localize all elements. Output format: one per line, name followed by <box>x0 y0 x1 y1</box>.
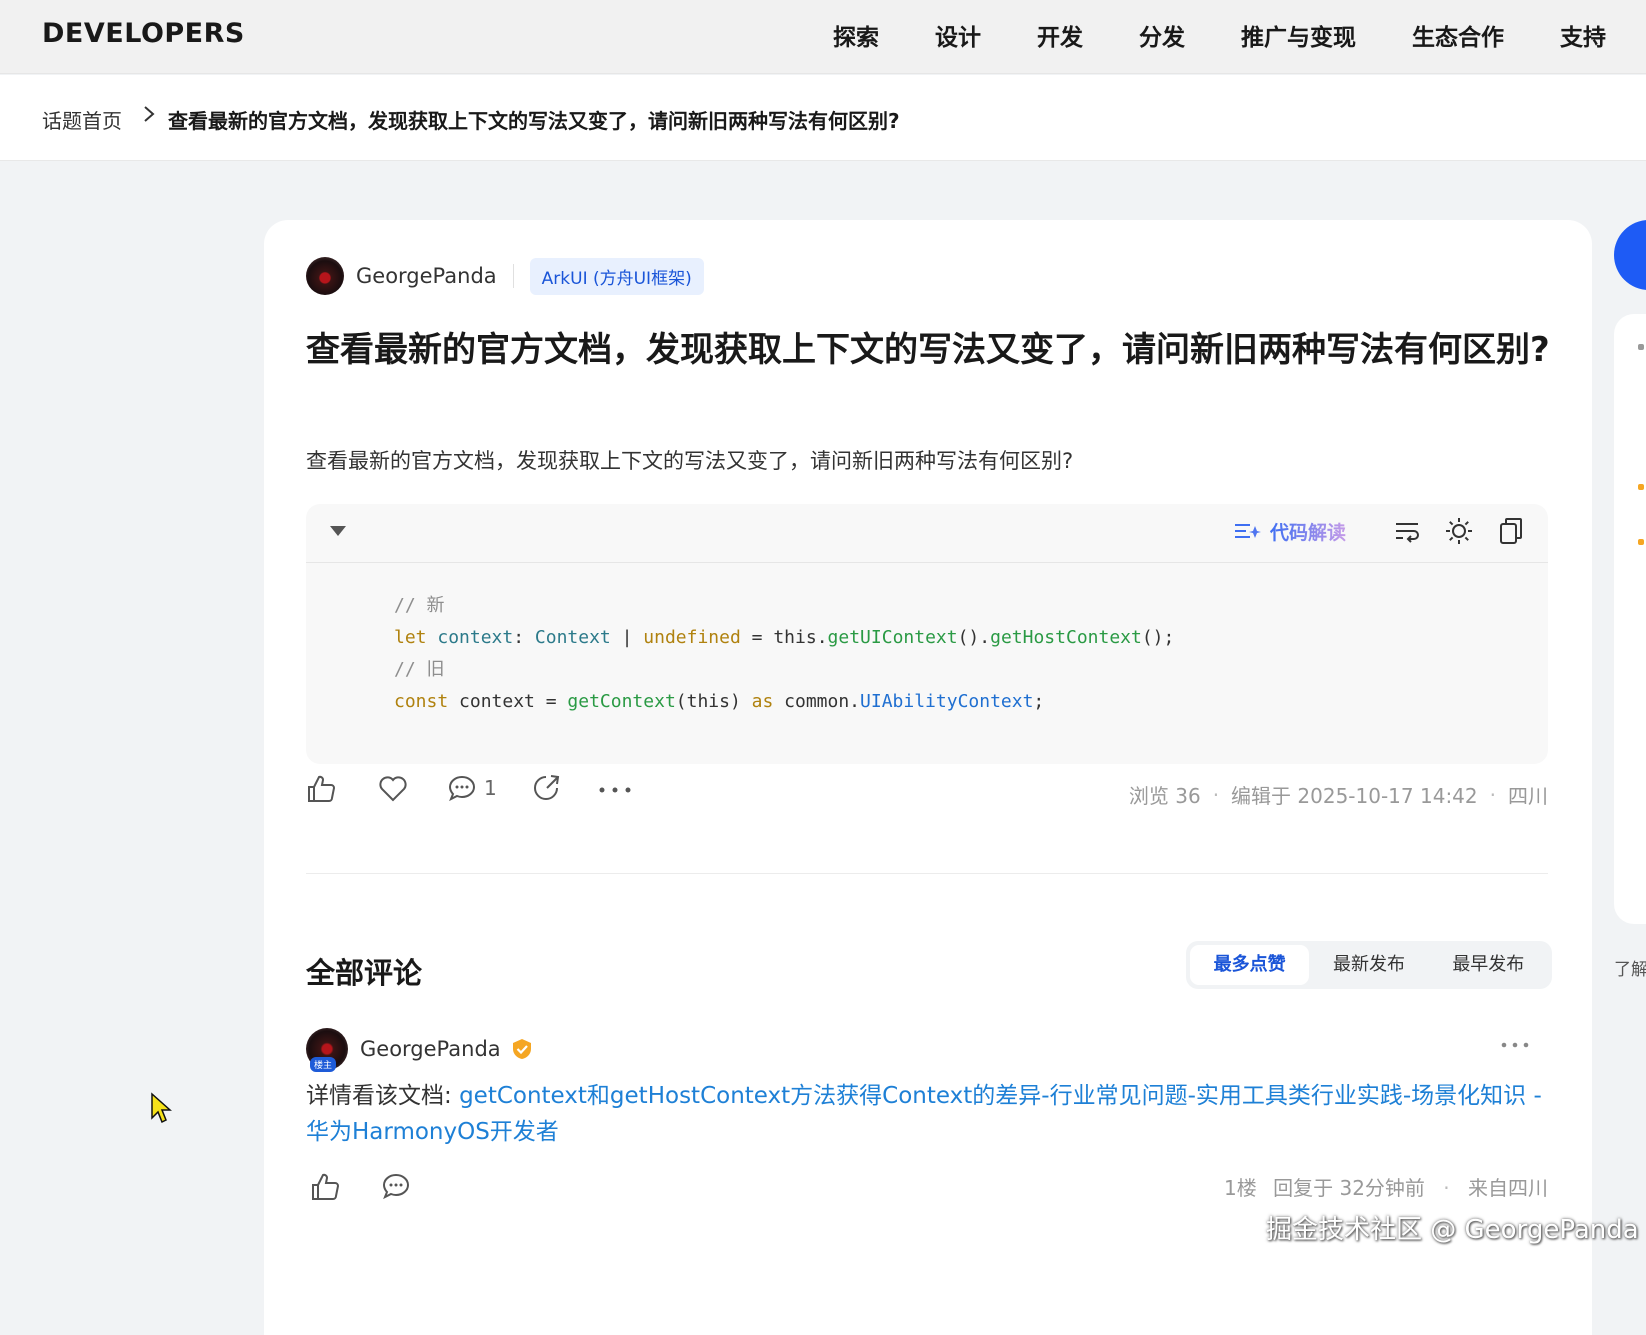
side-panel-marker <box>1638 344 1644 350</box>
collapse-caret-icon[interactable] <box>330 526 346 536</box>
breadcrumb-current: 查看最新的官方文档，发现获取上下文的写法又变了，请问新旧两种写法有何区别? <box>168 109 900 133</box>
meta-separator: · <box>1489 782 1496 807</box>
share-icon <box>534 775 560 800</box>
side-learn-more[interactable]: 了解 <box>1614 955 1646 980</box>
code-line-comment-new: // 新 <box>394 595 445 616</box>
op-badge: 楼主 <box>310 1057 337 1072</box>
side-panel-marker <box>1638 484 1644 490</box>
code-explain-label: 代码解读 <box>1270 518 1346 545</box>
code-line-old: const context = getContext(this) as comm… <box>394 691 1045 712</box>
topic-tag[interactable]: ArkUI (方舟UI框架) <box>529 257 704 295</box>
code-block: 代码解读 // 新 let context: Context | undefine… <box>306 504 1548 764</box>
more-dots-icon <box>599 787 631 793</box>
nav-item-promotion[interactable]: 推广与变现 <box>1241 18 1356 52</box>
page-title: 查看最新的官方文档，发现获取上下文的写法又变了，请问新旧两种写法有何区别? <box>306 330 1550 370</box>
nav-item-distribute[interactable]: 分发 <box>1139 18 1185 52</box>
comment-action-row: 1楼 回复于 32分钟前 · 来自四川 <box>306 1170 1548 1204</box>
wrap-lines-icon[interactable] <box>1392 516 1422 546</box>
tab-most-liked[interactable]: 最多点赞 <box>1190 945 1310 985</box>
code-line-comment-old: // 旧 <box>394 659 445 680</box>
post-author-row: GeorgePanda ArkUI (方舟UI框架) <box>306 256 704 296</box>
nav-item-support[interactable]: 支持 <box>1560 18 1606 52</box>
section-divider <box>306 873 1548 874</box>
post-author-name[interactable]: GeorgePanda <box>356 264 497 288</box>
comment-author-name[interactable]: GeorgePanda <box>360 1037 501 1061</box>
mouse-cursor-icon <box>151 1092 172 1124</box>
tab-newest[interactable]: 最新发布 <box>1309 945 1428 985</box>
comments-title: 全部评论 <box>306 956 423 990</box>
floating-action-button[interactable] <box>1614 220 1646 290</box>
comment-count: 1 <box>484 776 497 800</box>
verified-badge-icon <box>512 1039 531 1059</box>
post-meta: 浏览 36 · 编辑于 2025-10-17 14:42 · 四川 <box>1129 780 1548 809</box>
nav-item-develop[interactable]: 开发 <box>1037 18 1083 52</box>
comment-body: 详情看该文档: getContext和getHostContext方法获得Con… <box>306 1078 1548 1150</box>
post-body: 查看最新的官方文档，发现获取上下文的写法又变了，请问新旧两种写法有何区别? <box>306 449 1074 473</box>
breadcrumb: 话题首页 查看最新的官方文档，发现获取上下文的写法又变了，请问新旧两种写法有何区… <box>0 75 1646 161</box>
ai-sparkle-icon <box>1234 524 1261 538</box>
comment-doc-link[interactable]: getContext和getHostContext方法获得Context的差异-… <box>306 1083 1542 1145</box>
divider <box>512 264 514 288</box>
copy-icon[interactable] <box>1496 516 1526 546</box>
site-logo[interactable]: DEVELOPERS <box>42 18 245 49</box>
theme-sun-icon[interactable] <box>1444 516 1474 546</box>
watermark: 掘金技术社区 @ GeorgePanda <box>1266 1215 1639 1245</box>
comment-button[interactable]: 1 <box>448 774 497 802</box>
code-explain-button[interactable]: 代码解读 <box>1232 518 1346 545</box>
code-content: // 新 let context: Context | undefined = t… <box>394 590 1174 718</box>
comment-icon <box>448 775 476 802</box>
comment-reply-button[interactable] <box>382 1172 410 1200</box>
thumbs-up-icon <box>308 775 336 802</box>
code-tools: 代码解读 <box>1232 516 1526 546</box>
chevron-right-icon <box>144 106 155 122</box>
comment-author-row: 楼主 GeorgePanda <box>306 1028 533 1072</box>
comment-prefix: 详情看该文档: <box>306 1083 452 1109</box>
nav-item-ecosystem[interactable]: 生态合作 <box>1412 18 1504 52</box>
side-panel-marker <box>1638 539 1644 545</box>
more-options-button[interactable] <box>598 786 632 794</box>
comment-sort-tabs: 最多点赞 最新发布 最早发布 <box>1186 941 1552 989</box>
comment-meta: 1楼 回复于 32分钟前 · 来自四川 <box>1224 1172 1548 1201</box>
heart-icon <box>379 776 407 802</box>
code-line-new: let context: Context | undefined = this.… <box>394 627 1175 648</box>
comment-icon <box>382 1173 410 1200</box>
like-button[interactable] <box>306 774 336 804</box>
top-nav-bar: DEVELOPERS 探索 设计 开发 分发 推广与变现 生态合作 支持 <box>0 0 1646 74</box>
comment-avatar[interactable]: 楼主 <box>306 1028 348 1072</box>
avatar[interactable] <box>306 257 344 295</box>
post-location: 四川 <box>1508 784 1548 808</box>
comment-like-button[interactable] <box>310 1172 340 1202</box>
meta-separator: · <box>1443 1176 1450 1200</box>
comment-reply-time: 回复于 32分钟前 <box>1273 1176 1425 1200</box>
meta-separator: · <box>1212 782 1220 807</box>
nav-item-design[interactable]: 设计 <box>935 18 981 52</box>
view-count: 浏览 36 <box>1128 784 1201 808</box>
share-button[interactable] <box>532 774 560 802</box>
comment-floor: 1楼 <box>1224 1176 1257 1200</box>
tab-oldest[interactable]: 最早发布 <box>1429 945 1548 985</box>
comment-more-button[interactable] <box>1500 1034 1530 1053</box>
breadcrumb-home-link[interactable]: 话题首页 <box>42 105 122 134</box>
post-action-row: 1 浏览 36 · 编辑于 2025-10-17 14:42 · 四川 <box>306 774 1548 814</box>
code-toolbar: 代码解读 <box>306 504 1548 563</box>
favorite-button[interactable] <box>378 774 408 802</box>
comment-from: 来自四川 <box>1468 1176 1548 1200</box>
nav-item-explore[interactable]: 探索 <box>833 18 879 52</box>
thumbs-up-icon <box>312 1173 340 1200</box>
main-nav: 探索 设计 开发 分发 推广与变现 生态合作 支持 <box>777 18 1606 52</box>
more-dots-icon <box>1501 1042 1529 1048</box>
side-panel <box>1614 314 1646 924</box>
edit-time: 编辑于 2025-10-17 14:42 <box>1231 784 1478 808</box>
